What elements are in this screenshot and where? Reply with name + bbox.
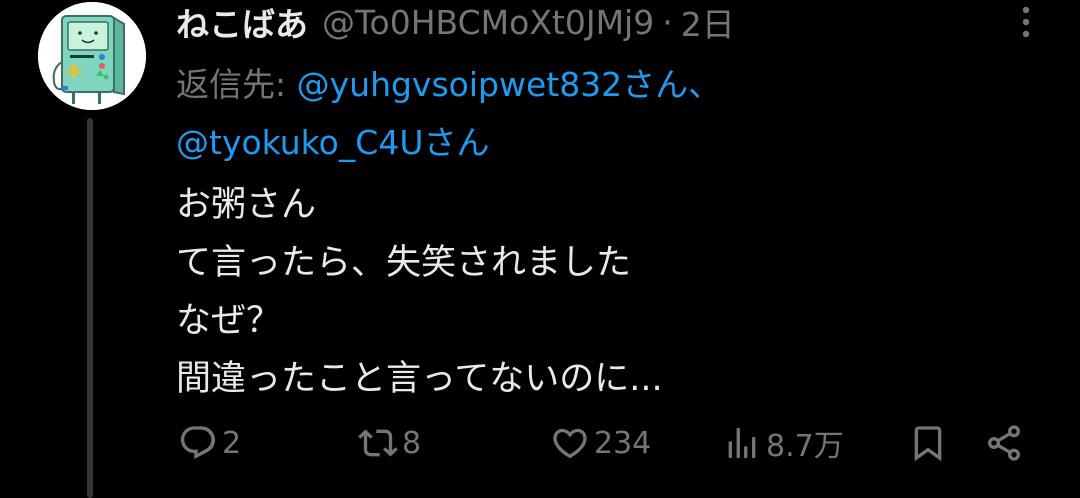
bookmark-icon bbox=[914, 426, 942, 462]
views-button[interactable]: 8.7万 bbox=[722, 420, 844, 466]
mention-link[interactable]: @yuhgvsoipwet832さん bbox=[297, 65, 689, 104]
retweet-icon bbox=[358, 429, 398, 457]
avatar[interactable] bbox=[38, 2, 146, 110]
replying-to: 返信先: @yuhgvsoipwet832さん、 @tyokuko_C4Uさん bbox=[176, 56, 721, 172]
tweet-text-line: なぜ？ bbox=[176, 301, 282, 341]
reply-label: 返信先: bbox=[176, 65, 287, 104]
share-icon bbox=[988, 425, 1020, 461]
tweet-text: お粥さん て言ったら、失笑されました なぜ？ 間違ったこと言ってないのに... bbox=[176, 176, 663, 408]
tweet-text-line: 間違ったこと言ってないのに... bbox=[176, 359, 663, 399]
reply-count: 2 bbox=[222, 425, 242, 461]
separator-dot: · bbox=[662, 2, 673, 42]
retweet-count: 8 bbox=[402, 425, 422, 461]
views-chart-icon bbox=[728, 428, 756, 458]
mention-separator: 、 bbox=[688, 65, 722, 104]
bmo-avatar-icon bbox=[38, 2, 146, 110]
more-options-button[interactable] bbox=[1010, 4, 1042, 40]
reply-icon bbox=[180, 426, 216, 459]
bookmark-button[interactable] bbox=[908, 420, 948, 466]
like-button[interactable]: 234 bbox=[550, 420, 651, 466]
tweet-header: ねこばあ @To0HBCMoXt0JMj9 · 2日 bbox=[176, 0, 735, 46]
timestamp[interactable]: 2日 bbox=[681, 0, 735, 46]
like-count: 234 bbox=[594, 425, 652, 461]
tweet-text-line: お粥さん bbox=[176, 185, 317, 225]
retweet-button[interactable]: 8 bbox=[358, 420, 421, 466]
heart-icon bbox=[553, 428, 587, 459]
views-count: 8.7万 bbox=[766, 429, 844, 464]
mention-link[interactable]: @tyokuko_C4Uさん bbox=[176, 123, 489, 162]
display-name[interactable]: ねこばあ bbox=[176, 0, 308, 46]
share-button[interactable] bbox=[984, 420, 1024, 466]
tweet-text-line: て言ったら、失笑されました bbox=[176, 243, 632, 283]
reply-button[interactable]: 2 bbox=[178, 420, 241, 466]
more-vertical-icon bbox=[1022, 6, 1030, 38]
tweet[interactable]: ねこばあ @To0HBCMoXt0JMj9 · 2日 返信先: @yuhgvso… bbox=[0, 0, 1080, 498]
action-bar: 2 8 234 8.7万 bbox=[0, 420, 1080, 466]
user-handle[interactable]: @To0HBCMoXt0JMj9 bbox=[322, 3, 654, 42]
